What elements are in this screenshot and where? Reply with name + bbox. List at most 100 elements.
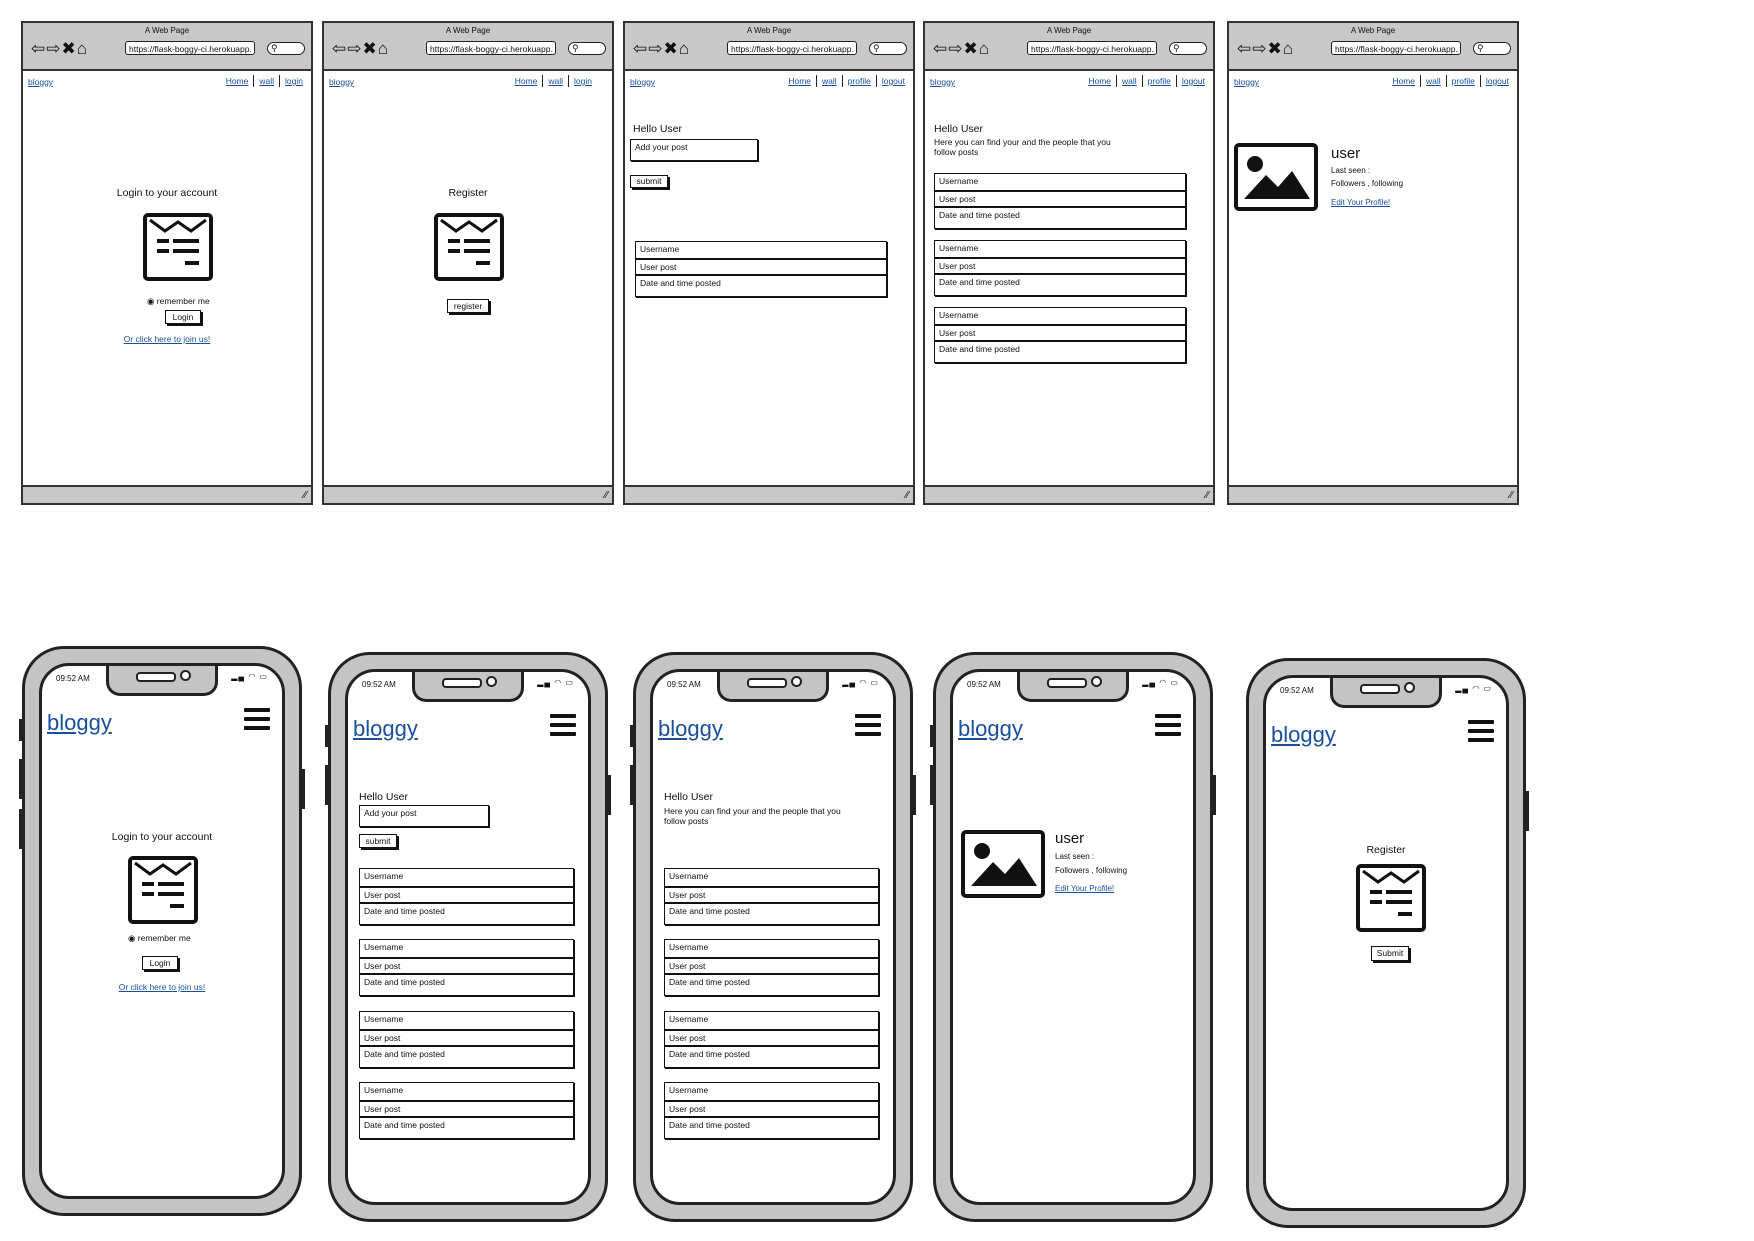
brand-link[interactable]: bloggy bbox=[658, 716, 723, 742]
profile-name: user bbox=[1055, 830, 1085, 847]
nav-home[interactable]: Home bbox=[221, 75, 254, 87]
join-link[interactable]: Or click here to join us! bbox=[23, 334, 311, 344]
post-body: User post bbox=[635, 259, 887, 275]
edit-profile-link[interactable]: Edit Your Profile! bbox=[1055, 884, 1114, 893]
wall-description-1: Here you can find your and the people th… bbox=[934, 137, 1111, 147]
hamburger-menu-icon[interactable] bbox=[244, 708, 270, 730]
browser-nav-icons[interactable]: ⇦⇨✖⌂ bbox=[31, 39, 88, 59]
brand-link[interactable]: bloggy bbox=[1234, 77, 1259, 87]
nav-login[interactable]: login bbox=[279, 75, 308, 87]
hamburger-menu-icon[interactable] bbox=[1468, 720, 1494, 742]
browser-nav-icons[interactable]: ⇦⇨✖⌂ bbox=[933, 39, 990, 59]
nav-wall[interactable]: wall bbox=[1420, 75, 1446, 87]
resize-grip-icon[interactable]: ⁄⁄ bbox=[1206, 489, 1209, 503]
nav-home[interactable]: Home bbox=[510, 75, 543, 87]
phone-side-button bbox=[301, 769, 305, 809]
brand-link[interactable]: bloggy bbox=[329, 77, 354, 87]
url-field[interactable]: https://flask-boggy-ci.herokuapp. bbox=[125, 41, 255, 55]
speaker-icon bbox=[1360, 684, 1400, 694]
nav-profile[interactable]: profile bbox=[841, 75, 876, 87]
join-link[interactable]: Or click here to join us! bbox=[42, 982, 282, 992]
login-button[interactable]: Login bbox=[142, 956, 178, 970]
brand-link[interactable]: bloggy bbox=[930, 77, 955, 87]
post-username: Username bbox=[664, 1011, 879, 1030]
nav-home[interactable]: Home bbox=[1083, 75, 1116, 87]
nav-login[interactable]: login bbox=[568, 75, 597, 87]
camera-icon bbox=[486, 676, 497, 687]
nav-wall[interactable]: wall bbox=[816, 75, 842, 87]
nav-wall[interactable]: wall bbox=[1116, 75, 1142, 87]
hamburger-menu-icon[interactable] bbox=[550, 714, 576, 736]
post-username: Username bbox=[934, 240, 1186, 258]
url-field[interactable]: https://flask-boggy-ci.herokuapp. bbox=[426, 41, 556, 55]
phone-login: 09:52 AM ▂▄ ◠ ▭ bloggy Login to your acc… bbox=[19, 646, 305, 1216]
nav-logout[interactable]: logout bbox=[1175, 75, 1210, 87]
search-icon[interactable]: ⚲ bbox=[1169, 42, 1207, 55]
brand-link[interactable]: bloggy bbox=[958, 716, 1023, 742]
phone-profile: 09:52 AM ▂▄ ◠ ▭ bloggy user Last seen : … bbox=[930, 652, 1216, 1222]
remember-me[interactable]: ◉ remember me bbox=[147, 296, 210, 307]
phone-screen: 09:52 AM ▂▄ ◠ ▭ bloggy Register Submit bbox=[1263, 675, 1509, 1211]
post-body: User post bbox=[664, 958, 879, 974]
resize-grip-icon[interactable]: ⁄⁄ bbox=[906, 489, 909, 503]
url-field[interactable]: https://flask-boggy-ci.herokuapp. bbox=[727, 41, 857, 55]
nav-logout[interactable]: logout bbox=[875, 75, 910, 87]
post-input[interactable]: Add your post bbox=[359, 805, 489, 827]
search-icon[interactable]: ⚲ bbox=[869, 42, 907, 55]
login-button[interactable]: Login bbox=[165, 310, 201, 324]
post-date: Date and time posted bbox=[635, 275, 887, 297]
post-body: User post bbox=[359, 958, 574, 974]
speaker-icon bbox=[442, 678, 482, 688]
resize-grip-icon[interactable]: ⁄⁄ bbox=[304, 489, 307, 503]
url-field[interactable]: https://flask-boggy-ci.herokuapp. bbox=[1027, 41, 1157, 55]
window-title: A Web Page bbox=[1046, 26, 1092, 35]
remember-me[interactable]: ◉ remember me bbox=[128, 933, 191, 944]
post-date: Date and time posted bbox=[664, 974, 879, 996]
post-date: Date and time posted bbox=[664, 1117, 879, 1139]
url-field[interactable]: https://flask-boggy-ci.herokuapp. bbox=[1331, 41, 1461, 55]
nav-logout[interactable]: logout bbox=[1479, 75, 1514, 87]
search-icon[interactable]: ⚲ bbox=[568, 42, 606, 55]
phone-side-button bbox=[325, 765, 329, 805]
brand-link[interactable]: bloggy bbox=[28, 77, 53, 87]
register-button[interactable]: register bbox=[447, 299, 489, 313]
top-nav: Home wall login bbox=[221, 75, 308, 87]
nav-profile[interactable]: profile bbox=[1141, 75, 1176, 87]
nav-home[interactable]: Home bbox=[783, 75, 816, 87]
nav-wall[interactable]: wall bbox=[253, 75, 279, 87]
submit-button[interactable]: Submit bbox=[1371, 946, 1409, 961]
submit-button[interactable]: submit bbox=[630, 175, 668, 188]
nav-wall[interactable]: wall bbox=[542, 75, 568, 87]
status-bar: ⁄⁄ bbox=[23, 485, 311, 503]
browser-wall: A Web Page ⇦⇨✖⌂ https://flask-boggy-ci.h… bbox=[923, 21, 1215, 505]
brand-link[interactable]: bloggy bbox=[630, 77, 655, 87]
post-username: Username bbox=[664, 939, 879, 958]
post-input[interactable]: Add your post bbox=[630, 139, 758, 161]
nav-profile[interactable]: profile bbox=[1445, 75, 1480, 87]
search-icon[interactable]: ⚲ bbox=[267, 42, 305, 55]
post-body: User post bbox=[359, 1030, 574, 1046]
post-body: User post bbox=[359, 1101, 574, 1117]
hamburger-menu-icon[interactable] bbox=[855, 714, 881, 736]
browser-nav-icons[interactable]: ⇦⇨✖⌂ bbox=[633, 39, 690, 59]
window-title: A Web Page bbox=[746, 26, 792, 35]
post-date: Date and time posted bbox=[664, 903, 879, 925]
browser-chrome: A Web Page ⇦⇨✖⌂ https://flask-boggy-ci.h… bbox=[23, 23, 311, 71]
brand-link[interactable]: bloggy bbox=[1271, 722, 1336, 748]
edit-profile-link[interactable]: Edit Your Profile! bbox=[1331, 198, 1390, 207]
status-bar: ⁄⁄ bbox=[324, 485, 612, 503]
brand-link[interactable]: bloggy bbox=[47, 710, 112, 736]
browser-nav-icons[interactable]: ⇦⇨✖⌂ bbox=[332, 39, 389, 59]
brand-link[interactable]: bloggy bbox=[353, 716, 418, 742]
hamburger-menu-icon[interactable] bbox=[1155, 714, 1181, 736]
browser-nav-icons[interactable]: ⇦⇨✖⌂ bbox=[1237, 39, 1294, 59]
resize-grip-icon[interactable]: ⁄⁄ bbox=[1510, 489, 1513, 503]
post-body: User post bbox=[934, 191, 1186, 207]
phone-screen: 09:52 AM ▂▄ ◠ ▭ bloggy Hello User Here y… bbox=[650, 669, 896, 1205]
phone-side-button bbox=[930, 765, 934, 805]
signal-wifi-battery-icon: ▂▄ ◠ ▭ bbox=[1142, 678, 1179, 687]
nav-home[interactable]: Home bbox=[1387, 75, 1420, 87]
resize-grip-icon[interactable]: ⁄⁄ bbox=[605, 489, 608, 503]
submit-button[interactable]: submit bbox=[359, 834, 397, 848]
search-icon[interactable]: ⚲ bbox=[1473, 42, 1511, 55]
